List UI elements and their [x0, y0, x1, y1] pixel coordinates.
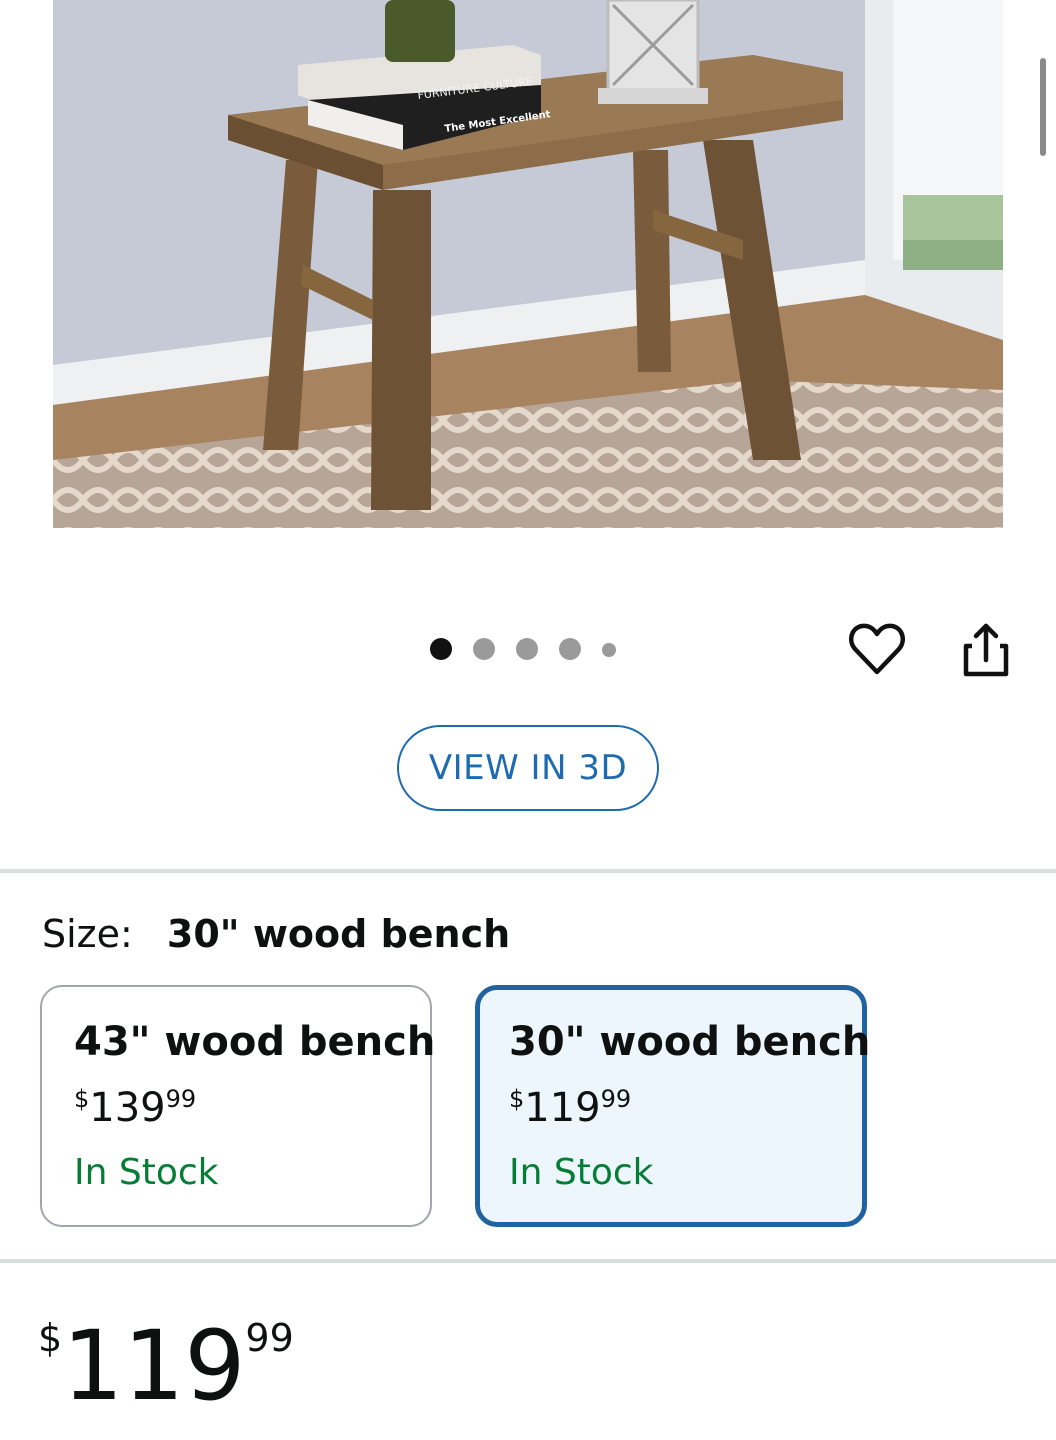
carousel-dot-1[interactable] [430, 638, 452, 660]
price-whole: 119 [62, 1310, 246, 1422]
option-name: 30" wood bench [509, 1019, 871, 1065]
price-fraction: 99 [165, 1085, 197, 1113]
price-fraction: 99 [600, 1085, 632, 1113]
carousel-dot-4[interactable] [559, 638, 581, 660]
price-symbol: $ [74, 1085, 90, 1113]
section-divider [0, 1259, 1056, 1263]
price-whole: 119 [524, 1085, 601, 1131]
view-in-3d-button[interactable]: VIEW IN 3D [397, 725, 659, 811]
price-fraction: 99 [245, 1316, 294, 1360]
option-name: 43" wood bench [74, 1019, 436, 1065]
heart-icon[interactable] [848, 620, 906, 678]
product-page: FURNITURE CULTURE The Most Excellent VIE… [0, 0, 1056, 1440]
product-image[interactable]: FURNITURE CULTURE The Most Excellent [53, 0, 1003, 528]
image-carousel-dots[interactable] [430, 637, 637, 661]
size-label: Size: [42, 912, 133, 956]
size-label-row: Size: 30" wood bench [42, 912, 510, 956]
section-divider [0, 869, 1056, 873]
carousel-dot-3[interactable] [516, 638, 538, 660]
bench-photo: FURNITURE CULTURE The Most Excellent [53, 0, 1003, 528]
price-symbol: $ [38, 1316, 63, 1360]
price-whole: 139 [89, 1085, 166, 1131]
stock-status: In Stock [74, 1152, 219, 1193]
product-price: $11999 [38, 1318, 294, 1414]
carousel-dot-2[interactable] [473, 638, 495, 660]
carousel-dot-5[interactable] [602, 642, 616, 657]
scrollbar[interactable] [1040, 58, 1046, 156]
size-option-43-wood-bench[interactable]: 43" wood bench $13999 In Stock [40, 985, 436, 1227]
option-price: $11999 [509, 1087, 862, 1128]
share-icon[interactable] [958, 620, 1014, 678]
price-symbol: $ [509, 1085, 525, 1113]
selected-size-value: 30" wood bench [166, 912, 511, 956]
size-option-30-wood-bench[interactable]: 30" wood bench $11999 In Stock [475, 985, 871, 1227]
option-price: $13999 [74, 1087, 430, 1128]
stock-status: In Stock [509, 1152, 654, 1193]
